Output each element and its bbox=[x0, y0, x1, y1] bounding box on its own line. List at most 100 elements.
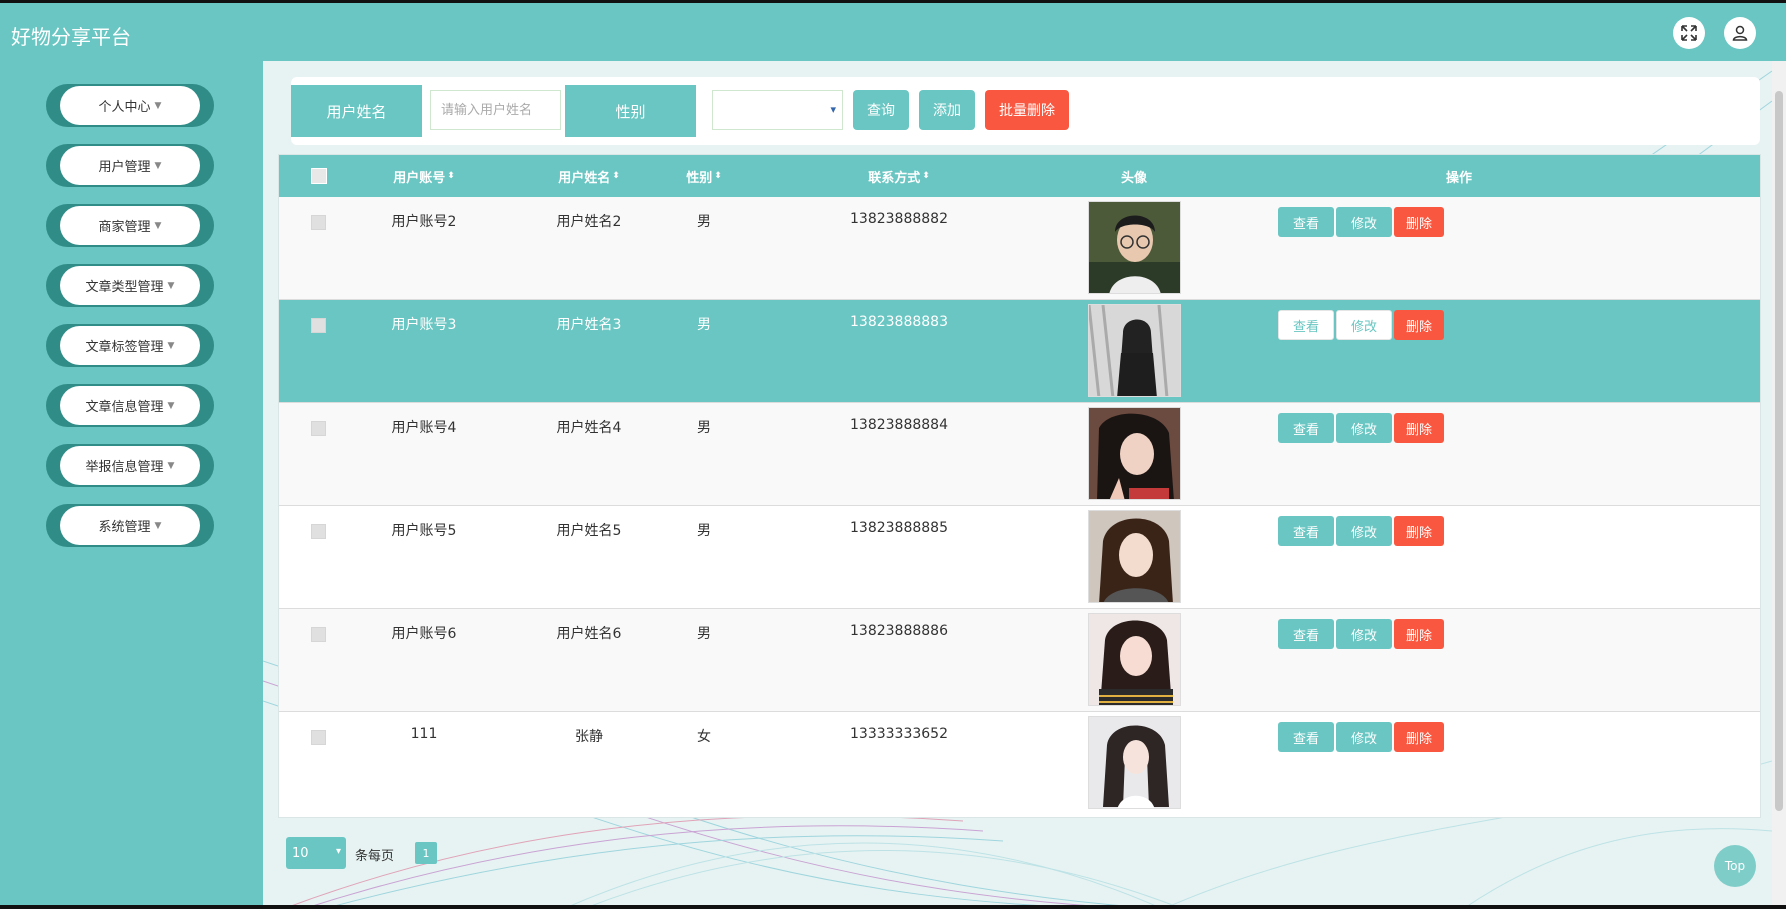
scrollbar-thumb[interactable] bbox=[1775, 91, 1783, 811]
select-all-checkbox[interactable] bbox=[311, 168, 327, 184]
cell-account: 用户账号6 bbox=[391, 626, 457, 642]
caret-down-icon: ▼ bbox=[167, 280, 175, 291]
edit-button[interactable]: 修改 bbox=[1336, 516, 1392, 546]
table-row[interactable]: 用户账号5 用户姓名5 男 13823888885 查看 修改 删除 bbox=[279, 506, 1760, 609]
avatar[interactable] bbox=[1088, 201, 1181, 294]
column-header-phone[interactable]: 联系方式 ⬍ bbox=[839, 155, 959, 197]
gender-select[interactable]: ▾ bbox=[712, 90, 843, 130]
avatar[interactable] bbox=[1088, 613, 1181, 706]
caret-down-icon: ▼ bbox=[167, 340, 175, 351]
view-button[interactable]: 查看 bbox=[1278, 207, 1334, 237]
search-bar: 用户姓名 性别 ▾ 查询 添加 批量删除 bbox=[291, 77, 1760, 145]
cell-phone: 13823888885 bbox=[850, 520, 948, 536]
caret-down-icon: ▼ bbox=[154, 520, 162, 531]
cell-gender: 男 bbox=[697, 317, 711, 333]
view-button[interactable]: 查看 bbox=[1278, 722, 1334, 752]
cell-phone: 13823888882 bbox=[850, 211, 948, 227]
add-button[interactable]: 添加 bbox=[919, 90, 975, 130]
row-checkbox[interactable] bbox=[311, 421, 326, 436]
edit-button[interactable]: 修改 bbox=[1336, 310, 1392, 340]
row-checkbox[interactable] bbox=[311, 627, 326, 642]
cell-name: 用户姓名6 bbox=[556, 626, 622, 642]
per-page-label: 条每页 bbox=[355, 849, 395, 864]
delete-button[interactable]: 删除 bbox=[1394, 516, 1444, 546]
delete-button[interactable]: 删除 bbox=[1394, 310, 1444, 340]
row-checkbox[interactable] bbox=[311, 730, 326, 745]
window-bottom-edge bbox=[0, 905, 1786, 909]
page-size-value: 10 bbox=[292, 845, 309, 861]
table-row[interactable]: 111 张静 女 13333333652 查看 修改 删除 bbox=[279, 712, 1760, 815]
user-icon bbox=[1732, 25, 1748, 41]
view-button[interactable]: 查看 bbox=[1278, 413, 1334, 443]
view-button[interactable]: 查看 bbox=[1278, 516, 1334, 546]
avatar[interactable] bbox=[1088, 407, 1181, 500]
edit-button[interactable]: 修改 bbox=[1336, 619, 1392, 649]
view-button[interactable]: 查看 bbox=[1278, 310, 1334, 340]
sidebar-item-article-info-management[interactable]: 文章信息管理 ▼ bbox=[46, 384, 214, 427]
delete-button[interactable]: 删除 bbox=[1394, 722, 1444, 752]
cell-account: 用户账号4 bbox=[391, 420, 457, 436]
page-size-select[interactable]: 10 ▾ bbox=[286, 837, 346, 869]
sidebar-item-article-type-management[interactable]: 文章类型管理 ▼ bbox=[46, 264, 214, 307]
user-button[interactable] bbox=[1724, 17, 1756, 49]
row-checkbox[interactable] bbox=[311, 524, 326, 539]
caret-down-icon: ▼ bbox=[154, 220, 162, 231]
cell-gender: 男 bbox=[697, 523, 711, 539]
view-button[interactable]: 查看 bbox=[1278, 619, 1334, 649]
fullscreen-icon bbox=[1681, 25, 1697, 41]
table-row[interactable]: 用户账号3 用户姓名3 男 13823888883 查看 修改 删除 bbox=[279, 300, 1760, 403]
table-header: 用户账号 ⬍ 用户姓名 ⬍ 性别 ⬍ 联系方式 ⬍ 头像 操作 bbox=[279, 155, 1760, 197]
column-header-gender[interactable]: 性别 ⬍ bbox=[664, 155, 744, 197]
batch-delete-button[interactable]: 批量删除 bbox=[985, 90, 1069, 130]
sidebar-item-system-management[interactable]: 系统管理 ▼ bbox=[46, 504, 214, 547]
sidebar-item-report-management[interactable]: 举报信息管理 ▼ bbox=[46, 444, 214, 487]
sort-icon: ⬍ bbox=[447, 171, 455, 181]
cell-gender: 女 bbox=[697, 729, 711, 745]
sidebar-item-label: 文章类型管理 bbox=[85, 280, 164, 295]
cell-name: 张静 bbox=[575, 729, 603, 745]
query-button[interactable]: 查询 bbox=[853, 90, 909, 130]
gender-search-label: 性别 bbox=[565, 85, 696, 137]
page-scrollbar[interactable] bbox=[1772, 61, 1786, 909]
cell-gender: 男 bbox=[697, 420, 711, 436]
sort-icon: ⬍ bbox=[612, 171, 620, 181]
cell-gender: 男 bbox=[697, 214, 711, 230]
edit-button[interactable]: 修改 bbox=[1336, 207, 1392, 237]
fullscreen-button[interactable] bbox=[1673, 17, 1705, 49]
sort-icon: ⬍ bbox=[922, 171, 930, 181]
name-search-input[interactable] bbox=[430, 90, 561, 130]
table-row[interactable]: 用户账号2 用户姓名2 男 13823888882 查看 修改 删除 bbox=[279, 197, 1760, 300]
chevron-down-icon: ▾ bbox=[335, 846, 341, 857]
avatar[interactable] bbox=[1088, 304, 1181, 397]
caret-down-icon: ▼ bbox=[167, 460, 175, 471]
delete-button[interactable]: 删除 bbox=[1394, 413, 1444, 443]
user-table: 用户账号 ⬍ 用户姓名 ⬍ 性别 ⬍ 联系方式 ⬍ 头像 操作 用户账号2 用户姓名2 … bbox=[278, 154, 1761, 818]
cell-name: 用户姓名3 bbox=[556, 317, 622, 333]
delete-button[interactable]: 删除 bbox=[1394, 619, 1444, 649]
avatar[interactable] bbox=[1088, 510, 1181, 603]
column-header-name[interactable]: 用户姓名 ⬍ bbox=[529, 155, 649, 197]
column-header-account[interactable]: 用户账号 ⬍ bbox=[369, 155, 479, 197]
row-checkbox[interactable] bbox=[311, 215, 326, 230]
table-row[interactable]: 用户账号6 用户姓名6 男 13823888886 查看 修改 删除 bbox=[279, 609, 1760, 712]
sidebar-item-merchant-management[interactable]: 商家管理 ▼ bbox=[46, 204, 214, 247]
row-checkbox[interactable] bbox=[311, 318, 326, 333]
cell-account: 用户账号3 bbox=[391, 317, 457, 333]
sidebar-item-label: 商家管理 bbox=[98, 220, 151, 235]
avatar[interactable] bbox=[1088, 716, 1181, 809]
table-row[interactable]: 用户账号4 用户姓名4 男 13823888884 查看 修改 删除 bbox=[279, 403, 1760, 506]
sidebar-item-personal-center[interactable]: 个人中心 ▼ bbox=[46, 84, 214, 127]
cell-name: 用户姓名5 bbox=[556, 523, 622, 539]
edit-button[interactable]: 修改 bbox=[1336, 722, 1392, 752]
delete-button[interactable]: 删除 bbox=[1394, 207, 1444, 237]
page-number-button[interactable]: 1 bbox=[415, 842, 437, 864]
cell-account: 用户账号5 bbox=[391, 523, 457, 539]
sidebar-item-user-management[interactable]: 用户管理 ▼ bbox=[46, 144, 214, 187]
back-to-top-button[interactable]: Top bbox=[1714, 845, 1756, 887]
sidebar-item-article-tag-management[interactable]: 文章标签管理 ▼ bbox=[46, 324, 214, 367]
cell-phone: 13823888884 bbox=[850, 417, 948, 433]
cell-phone: 13823888883 bbox=[850, 314, 948, 330]
edit-button[interactable]: 修改 bbox=[1336, 413, 1392, 443]
cell-account: 用户账号2 bbox=[391, 214, 457, 230]
cell-gender: 男 bbox=[697, 626, 711, 642]
